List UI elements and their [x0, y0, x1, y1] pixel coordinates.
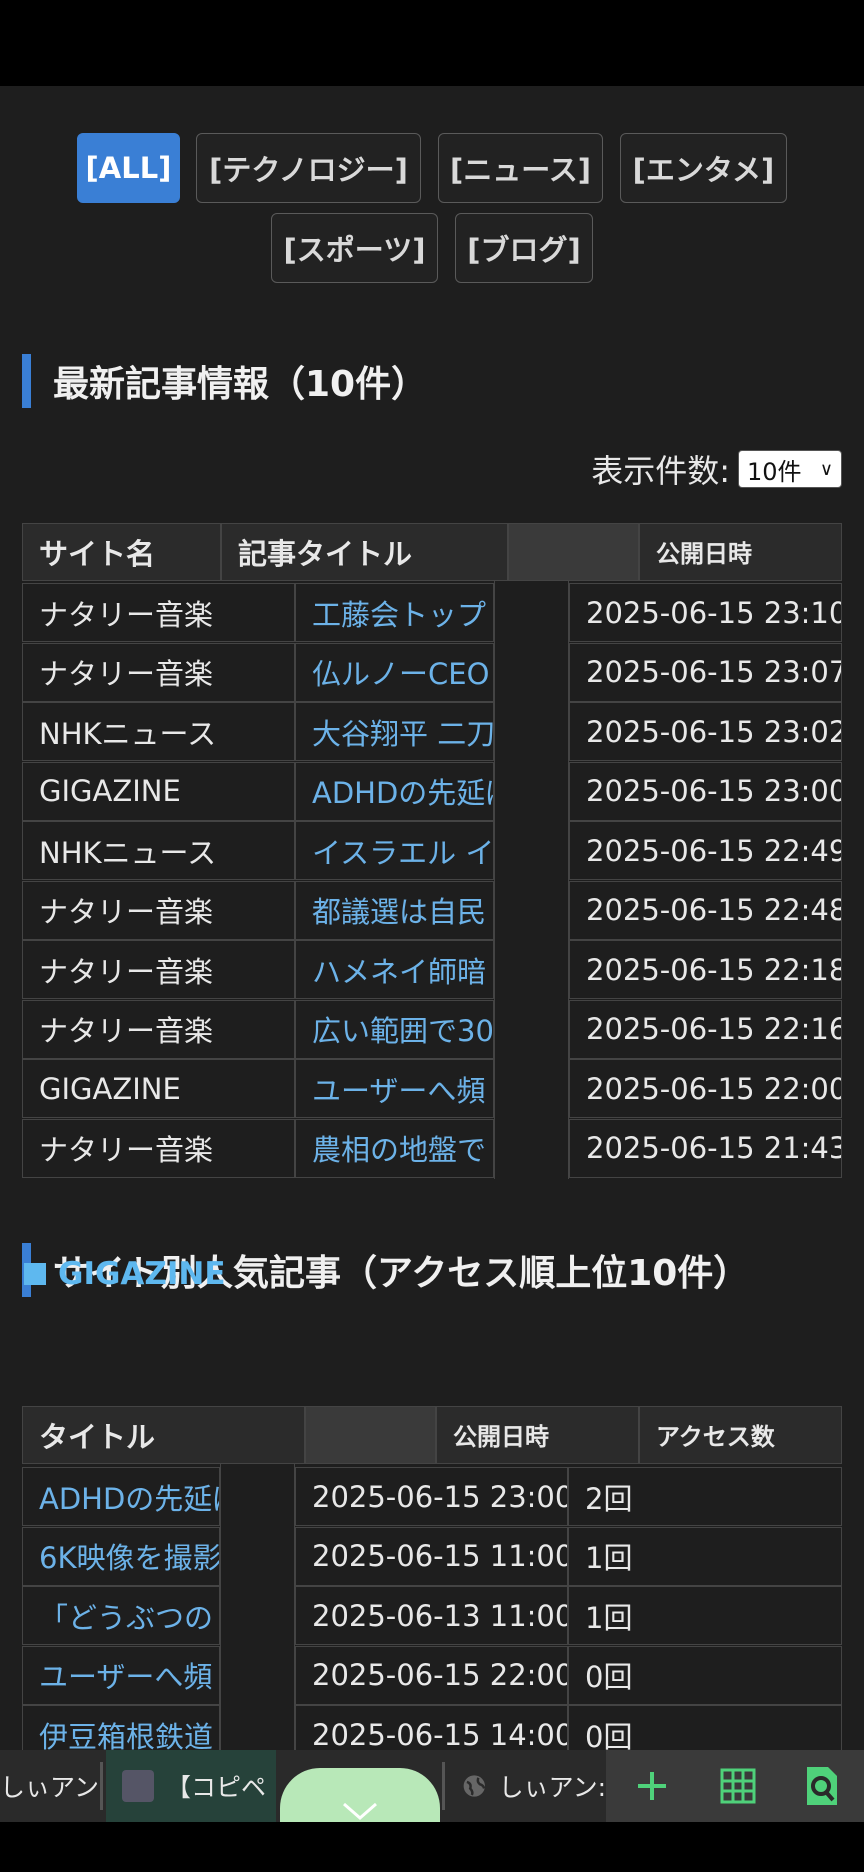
heading-accent-bar — [22, 354, 31, 408]
cell-date: 2025-06-15 23:07 — [569, 642, 842, 702]
cell-title-link[interactable]: ユーザーへ頻 — [295, 1059, 494, 1118]
latest-gap-column — [494, 581, 569, 1179]
cell-site: ナタリー音楽 — [22, 940, 295, 999]
tab-separator — [442, 1762, 445, 1810]
cell-title-link[interactable]: 都議選は自民 — [295, 880, 494, 940]
cell-site: GIGAZINE — [22, 1059, 295, 1118]
tab-4[interactable]: しぃアン: — [448, 1750, 606, 1822]
th-title: タイトル — [22, 1406, 305, 1464]
cell-site: NHKニュース — [22, 702, 295, 761]
site-subheading-label: GIGAZINE — [58, 1256, 226, 1292]
chevron-down-icon: ∨ — [819, 458, 833, 480]
cell-date: 2025-06-15 22:00 — [569, 1059, 842, 1118]
filter-technology-button[interactable]: [テクノロジー] — [196, 133, 421, 203]
cell-date: 2025-06-13 11:00 — [295, 1586, 568, 1645]
cell-site: ナタリー音楽 — [22, 583, 295, 642]
cell-site: GIGAZINE — [22, 761, 295, 821]
cell-title-link[interactable]: 農相の地盤で — [295, 1118, 494, 1178]
th-access-count: アクセス数 — [639, 1406, 842, 1464]
collapse-tabbar-button[interactable] — [280, 1768, 440, 1822]
filter-all-button[interactable]: [ALL] — [77, 133, 180, 203]
search-page-icon — [807, 1767, 837, 1805]
tab-2-label: 【コピペ — [166, 1773, 267, 1802]
cell-title-link[interactable]: 広い範囲で30 — [295, 999, 494, 1059]
cell-date: 2025-06-15 11:00 — [295, 1526, 568, 1586]
tab-4-label: しぃアン: — [498, 1773, 606, 1802]
th-date: 公開日時 — [639, 523, 842, 581]
navigation-bar-area — [0, 1822, 864, 1872]
cell-date: 2025-06-15 22:18 — [569, 940, 842, 999]
cell-title-link[interactable]: ユーザーへ頻 — [22, 1645, 220, 1705]
cell-title-link[interactable]: 6K映像を撮影 — [22, 1526, 220, 1586]
th-blank — [508, 523, 639, 581]
cell-title-link[interactable]: 大谷翔平 二刀 — [295, 702, 494, 761]
grid-icon — [720, 1768, 756, 1804]
plus-icon — [638, 1772, 666, 1800]
filter-news-button[interactable]: [ニュース] — [438, 133, 603, 203]
tab-1[interactable]: しぃアン: — [0, 1750, 100, 1822]
site-favicon — [122, 1770, 154, 1802]
cell-title-link[interactable]: ADHDの先延ば — [295, 761, 494, 821]
perpage-value: 10件 — [747, 457, 802, 486]
cell-date: 2025-06-15 22:16 — [569, 999, 842, 1059]
th-site: サイト名 — [22, 523, 221, 581]
th-title: 記事タイトル — [221, 523, 508, 581]
cell-date: 2025-06-15 22:00 — [295, 1645, 568, 1705]
new-tab-button[interactable] — [612, 1750, 692, 1822]
perpage-label: 表示件数: — [591, 452, 730, 490]
cell-access-count: 1回 — [568, 1526, 842, 1586]
cell-title-link[interactable]: 仏ルノーCEO — [295, 642, 494, 702]
perpage-control: 表示件数: 10件 ∨ — [591, 446, 842, 492]
cell-site: ナタリー音楽 — [22, 999, 295, 1059]
tab-grid-button[interactable] — [698, 1750, 778, 1822]
filter-entertainment-button[interactable]: [エンタメ] — [620, 133, 787, 203]
cell-site: ナタリー音楽 — [22, 642, 295, 702]
th-blank — [305, 1406, 436, 1464]
tab-separator — [100, 1762, 103, 1810]
popular-gap-column — [220, 1464, 295, 1764]
tab-1-label: しぃアン: — [0, 1773, 100, 1802]
cell-date: 2025-06-15 22:49 — [569, 821, 842, 880]
latest-articles-heading: 最新記事情報（10件） — [22, 354, 427, 408]
cell-date: 2025-06-15 23:00 — [569, 761, 842, 821]
cell-site: ナタリー音楽 — [22, 880, 295, 940]
cell-title-link[interactable]: ADHDの先延ば — [22, 1467, 220, 1526]
cell-title-link[interactable]: 工藤会トップ — [295, 583, 494, 642]
tab-2[interactable]: 【コピペ — [106, 1750, 276, 1822]
page-search-button[interactable] — [782, 1750, 862, 1822]
cell-title-link[interactable]: ハメネイ師暗 — [295, 940, 494, 999]
th-date: 公開日時 — [436, 1406, 639, 1464]
cell-title-link[interactable]: イスラエル イ — [295, 821, 494, 880]
cell-access-count: 2回 — [568, 1467, 842, 1526]
cell-title-link[interactable]: 「どうぶつの — [22, 1586, 220, 1645]
filter-sports-button[interactable]: [スポーツ] — [271, 213, 438, 283]
cell-site: ナタリー音楽 — [22, 1118, 295, 1178]
cell-site: NHKニュース — [22, 821, 295, 880]
cell-date: 2025-06-15 22:48 — [569, 880, 842, 940]
globe-icon — [463, 1775, 486, 1797]
chevron-down-icon — [343, 1802, 377, 1820]
cell-access-count: 0回 — [568, 1645, 842, 1705]
perpage-select[interactable]: 10件 ∨ — [738, 450, 842, 488]
cell-date: 2025-06-15 23:02 — [569, 702, 842, 761]
latest-articles-title: 最新記事情報（10件） — [53, 364, 428, 405]
cell-date: 2025-06-15 23:10 — [569, 583, 842, 642]
filter-blog-button[interactable]: [ブログ] — [455, 213, 593, 283]
site-subheading: GIGAZINE — [24, 1256, 226, 1292]
cell-access-count: 1回 — [568, 1586, 842, 1645]
cell-date: 2025-06-15 23:00 — [295, 1467, 568, 1526]
square-icon — [24, 1263, 46, 1285]
cell-date: 2025-06-15 21:43 — [569, 1118, 842, 1178]
